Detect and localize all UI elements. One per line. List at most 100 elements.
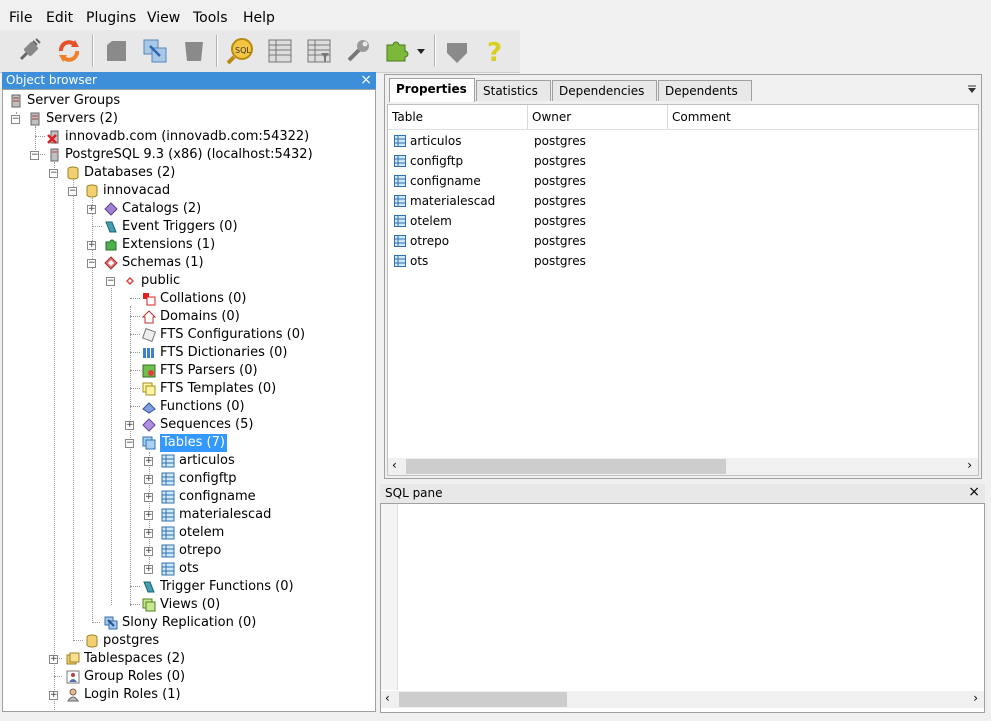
tables-icon xyxy=(142,436,156,450)
expand-toggle[interactable]: + xyxy=(49,691,58,700)
sql-query-icon[interactable]: SQL xyxy=(223,34,257,68)
column-header-owner[interactable]: Owner xyxy=(528,105,668,129)
table-icon xyxy=(161,526,175,540)
scroll-left-icon[interactable]: ‹ xyxy=(392,458,397,472)
close-icon[interactable]: × xyxy=(360,72,372,88)
expand-toggle[interactable]: + xyxy=(144,475,153,484)
table-icon xyxy=(394,155,406,167)
tabs-menu-icon[interactable] xyxy=(967,83,977,97)
horizontal-scrollbar[interactable]: ‹ › xyxy=(388,458,978,475)
server-disconnected-icon xyxy=(47,130,59,144)
table-icon xyxy=(161,454,175,468)
tab-statistics[interactable]: Statistics xyxy=(476,80,551,101)
tab-dependents[interactable]: Dependents xyxy=(658,80,752,101)
object-browser-tree[interactable]: Server Groups − Servers (2) innovadb.com… xyxy=(2,89,376,712)
slony-replication-icon xyxy=(104,616,118,630)
database-icon xyxy=(86,634,98,648)
refresh-icon[interactable] xyxy=(52,34,86,68)
expand-toggle[interactable]: + xyxy=(49,655,58,664)
table-icon xyxy=(394,175,406,187)
table-row[interactable]: configname postgres xyxy=(388,171,978,191)
table-row[interactable]: articulos postgres xyxy=(388,131,978,151)
column-header-table[interactable]: Table xyxy=(388,105,528,129)
table-icon xyxy=(161,562,175,576)
column-header-comment[interactable]: Comment xyxy=(668,105,978,129)
cell-owner: postgres xyxy=(534,174,586,188)
table-row[interactable]: ots postgres xyxy=(388,251,978,271)
fts-parsers-icon xyxy=(142,364,156,378)
scrollbar-thumb[interactable] xyxy=(406,459,726,474)
menu-tools[interactable]: Tools xyxy=(193,10,228,26)
properties-panel: Properties Statistics Dependencies Depen… xyxy=(384,74,982,479)
menu-view[interactable]: View xyxy=(147,10,180,26)
server-connected-icon xyxy=(50,148,59,162)
scroll-right-icon[interactable]: › xyxy=(967,458,972,472)
help-icon[interactable]: ? xyxy=(478,34,512,68)
properties-icon[interactable] xyxy=(138,34,172,68)
cell-table: configname xyxy=(410,174,481,188)
dropdown-icon[interactable] xyxy=(413,34,429,68)
cell-table: ots xyxy=(410,254,429,268)
table-row[interactable]: configftp postgres xyxy=(388,151,978,171)
menu-bar: File Edit Plugins View Tools Help xyxy=(0,6,991,30)
cell-owner: postgres xyxy=(534,254,586,268)
scroll-right-icon[interactable]: › xyxy=(973,691,978,705)
views-icon xyxy=(142,598,156,612)
plugins-icon[interactable] xyxy=(380,34,414,68)
group-roles-icon xyxy=(66,670,80,684)
expand-toggle[interactable]: + xyxy=(144,529,153,538)
filtered-data-icon[interactable] xyxy=(302,34,336,68)
table-icon xyxy=(394,235,406,247)
menu-file[interactable]: File xyxy=(9,10,32,26)
servers-icon xyxy=(30,112,40,126)
menu-edit[interactable]: Edit xyxy=(46,10,73,26)
expand-toggle[interactable]: + xyxy=(144,511,153,520)
collapse-toggle[interactable]: − xyxy=(11,115,20,124)
expand-toggle[interactable]: + xyxy=(144,565,153,574)
sql-pane-title: SQL pane xyxy=(385,486,443,500)
connect-icon[interactable] xyxy=(12,34,46,68)
scrollbar-thumb[interactable] xyxy=(399,692,567,707)
tab-dependencies[interactable]: Dependencies xyxy=(552,80,657,101)
collapse-toggle[interactable]: − xyxy=(68,187,77,196)
scroll-left-icon[interactable]: ‹ xyxy=(385,691,390,705)
expand-toggle[interactable]: + xyxy=(87,241,96,250)
menu-help[interactable]: Help xyxy=(243,10,275,26)
cell-owner: postgres xyxy=(534,234,586,248)
collapse-toggle[interactable]: − xyxy=(125,439,134,448)
table-row[interactable]: materialescad postgres xyxy=(388,191,978,211)
login-roles-icon xyxy=(67,688,79,702)
expand-toggle[interactable]: + xyxy=(87,205,96,214)
cell-owner: postgres xyxy=(534,134,586,148)
table-row[interactable]: otrepo postgres xyxy=(388,231,978,251)
horizontal-scrollbar[interactable]: ‹ › xyxy=(381,691,984,708)
expand-toggle[interactable]: + xyxy=(125,421,134,430)
create-icon[interactable] xyxy=(177,34,211,68)
table-row[interactable]: otelem postgres xyxy=(388,211,978,231)
cell-owner: postgres xyxy=(534,154,586,168)
functions-icon xyxy=(142,402,156,414)
table-icon xyxy=(394,135,406,147)
sql-pane-header: SQL pane × xyxy=(380,484,985,503)
maintenance-icon[interactable] xyxy=(341,34,375,68)
expand-toggle[interactable]: + xyxy=(144,547,153,556)
close-icon[interactable]: × xyxy=(968,484,980,500)
collapse-toggle[interactable]: − xyxy=(49,169,58,178)
collapse-toggle[interactable]: − xyxy=(30,151,39,160)
tab-properties[interactable]: Properties xyxy=(389,78,475,102)
hint-icon[interactable] xyxy=(440,34,474,68)
collapse-toggle[interactable]: − xyxy=(106,277,115,286)
drop-icon[interactable] xyxy=(99,34,133,68)
domains-icon xyxy=(142,310,156,324)
expand-toggle[interactable]: + xyxy=(144,457,153,466)
menu-plugins[interactable]: Plugins xyxy=(86,10,136,26)
databases-icon xyxy=(67,166,79,180)
trigger-functions-icon xyxy=(143,581,155,593)
collapse-toggle[interactable]: − xyxy=(87,259,96,268)
sql-pane-editor[interactable]: ‹ › xyxy=(380,503,985,713)
view-data-icon[interactable] xyxy=(263,34,297,68)
sequences-icon xyxy=(142,418,156,432)
catalogs-icon xyxy=(104,202,118,216)
cell-table: otrepo xyxy=(410,234,450,248)
expand-toggle[interactable]: + xyxy=(144,493,153,502)
